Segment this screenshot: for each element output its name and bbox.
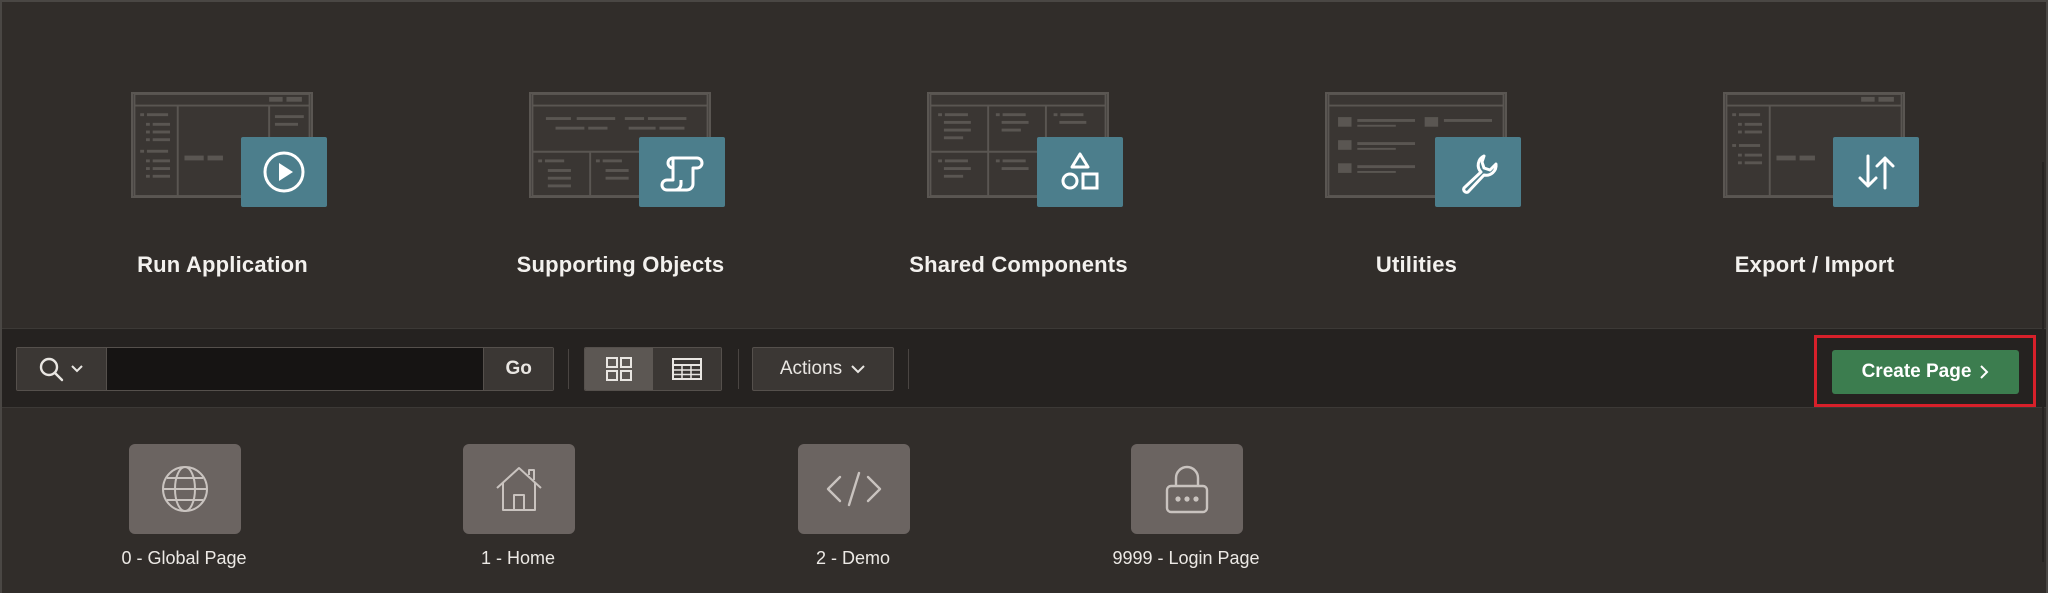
page-item-home[interactable]: 1 - Home bbox=[398, 444, 638, 584]
tile-utilities[interactable]: Utilities bbox=[1217, 2, 1616, 328]
page-label: 2 - Demo bbox=[815, 548, 891, 568]
shared-components-illustration bbox=[927, 92, 1127, 212]
page-item-demo[interactable]: 2 - Demo bbox=[733, 444, 973, 584]
export-import-illustration bbox=[1723, 92, 1923, 212]
shapes-icon bbox=[1037, 137, 1123, 207]
app-builder-panel: Run Application Supporting Objects Share… bbox=[0, 0, 2048, 593]
search-input[interactable] bbox=[106, 348, 484, 390]
globe-icon bbox=[129, 444, 241, 534]
tile-label: Export / Import bbox=[1734, 252, 1895, 277]
report-view-button[interactable] bbox=[653, 348, 721, 390]
page-list: 0 - Global Page 1 - Home 2 - Demo 9999 -… bbox=[2, 408, 2046, 593]
chevron-down-icon bbox=[71, 365, 84, 373]
tile-label: Supporting Objects bbox=[516, 252, 725, 277]
search-icon bbox=[40, 357, 64, 382]
table-icon bbox=[672, 358, 702, 380]
tile-run-application[interactable]: Run Application bbox=[23, 2, 422, 328]
page-item-login[interactable]: 9999 - Login Page bbox=[1066, 444, 1306, 584]
grid-icon bbox=[606, 357, 632, 381]
lock-icon bbox=[1131, 444, 1243, 534]
play-icon bbox=[241, 137, 327, 207]
tile-label: Utilities bbox=[1375, 252, 1458, 277]
tile-shared-components[interactable]: Shared Components bbox=[819, 2, 1218, 328]
icon-view-button[interactable] bbox=[585, 348, 653, 390]
tile-supporting-objects[interactable]: Supporting Objects bbox=[421, 2, 820, 328]
view-toggle bbox=[584, 347, 722, 391]
wrench-icon bbox=[1435, 137, 1521, 207]
tile-label: Shared Components bbox=[909, 252, 1128, 277]
page-label: 0 - Global Page bbox=[121, 548, 247, 568]
code-icon bbox=[798, 444, 910, 534]
tile-export-import[interactable]: Export / Import bbox=[1615, 2, 2014, 328]
page-item-global[interactable]: 0 - Global Page bbox=[64, 444, 304, 584]
page-label: 1 - Home bbox=[480, 548, 556, 568]
page-label: 9999 - Login Page bbox=[1112, 548, 1260, 568]
right-edge-divider bbox=[2042, 162, 2044, 562]
home-icon bbox=[463, 444, 575, 534]
run-application-illustration bbox=[131, 92, 331, 212]
toolbar-divider bbox=[738, 349, 739, 389]
create-page-highlight: Create Page bbox=[1814, 335, 2036, 407]
actions-label: Actions bbox=[779, 358, 843, 379]
create-page-button[interactable]: Create Page bbox=[1832, 350, 2019, 394]
search-column-menu[interactable] bbox=[17, 348, 107, 390]
utilities-illustration bbox=[1325, 92, 1525, 212]
supporting-objects-illustration bbox=[529, 92, 729, 212]
application-tiles: Run Application Supporting Objects Share… bbox=[2, 2, 2046, 328]
arrows-up-down-icon bbox=[1833, 137, 1919, 207]
scroll-icon bbox=[639, 137, 725, 207]
chevron-down-icon bbox=[851, 365, 865, 374]
tile-label: Run Application bbox=[137, 252, 308, 277]
toolbar-divider bbox=[568, 349, 569, 389]
actions-menu-button[interactable]: Actions bbox=[752, 347, 894, 391]
go-button[interactable]: Go bbox=[483, 348, 553, 390]
search-bar: Go bbox=[16, 347, 554, 391]
create-page-label: Create Page bbox=[1861, 361, 1972, 382]
page-toolbar: Go Actions Create Page bbox=[2, 328, 2046, 408]
chevron-right-icon bbox=[1980, 365, 1989, 379]
toolbar-divider bbox=[908, 349, 909, 389]
